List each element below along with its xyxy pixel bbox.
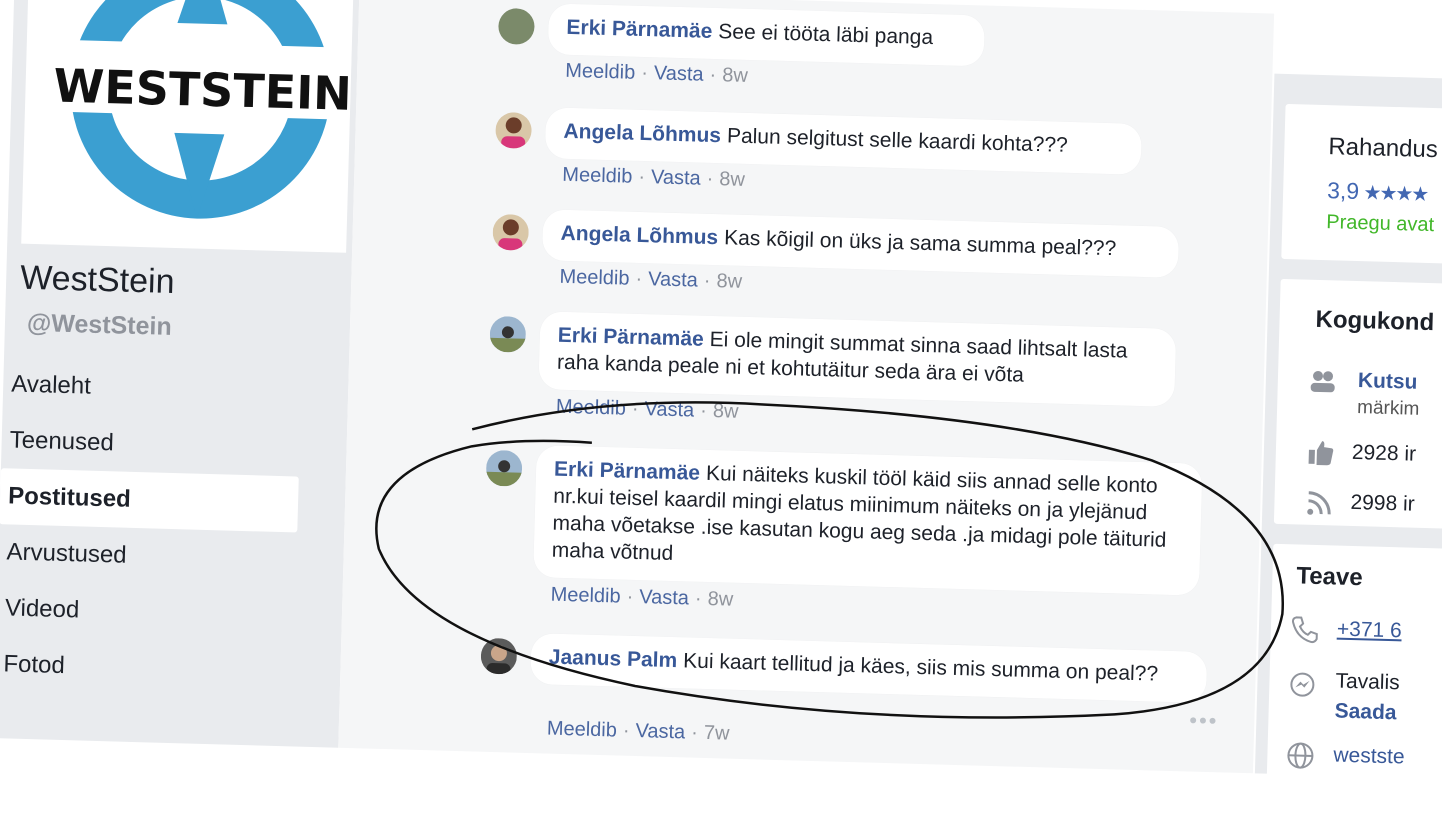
avatar[interactable] [489, 315, 527, 353]
comment-bubble: Jaanus Palm Kui kaart tellitud ja käes, s… [530, 633, 1208, 703]
website-link[interactable]: westste [1333, 744, 1405, 770]
thumbs-up-icon [1308, 441, 1334, 466]
like-button[interactable]: Meeldib [556, 396, 627, 420]
invite-subtext: märkim [1356, 397, 1420, 420]
comment-author[interactable]: Erki Pärnamäe [566, 16, 713, 43]
messenger-icon [1290, 672, 1315, 697]
star-rating-icon: ★★★★ [1363, 182, 1428, 206]
comment-text: Kas kõigil on üks ja sama summa peal??? [723, 226, 1117, 261]
more-options-icon[interactable]: ••• [1189, 707, 1219, 734]
page-info-card: Rahandus 3,9 ★★★★ Praegu avat [1281, 103, 1442, 265]
comment-time[interactable]: 8w [716, 270, 742, 293]
avatar[interactable] [495, 111, 533, 149]
about-card: Teave +371 6 Tavalis Saada westste [1266, 543, 1442, 790]
avatar[interactable] [492, 213, 530, 251]
invite-link[interactable]: Kutsu [1358, 369, 1418, 395]
phone-link[interactable]: +371 6 [1337, 618, 1402, 644]
comment-author[interactable]: Angela Lõhmus [560, 222, 718, 249]
comments-feed: Erki Pärnamäe See ei tööta läbi panga Mee… [338, 0, 1275, 774]
like-button[interactable]: Meeldib [562, 164, 633, 188]
page-title: WestStein [19, 258, 176, 301]
comment-author[interactable]: Erki Pärnamäe [554, 458, 701, 485]
person-avatar-icon [492, 213, 530, 251]
comment-actions: Meeldib · Vasta · 8w [559, 265, 743, 293]
page-logo[interactable]: WESTSTEIN [21, 0, 354, 253]
reply-button[interactable]: Vasta [651, 166, 701, 189]
avatar[interactable] [480, 637, 518, 675]
phone-icon [1291, 616, 1318, 644]
comment-actions: Meeldib · Vasta · 8w [550, 583, 734, 611]
nav-item-arvustused[interactable]: Arvustused [0, 524, 344, 590]
right-sidebar: Rahandus 3,9 ★★★★ Praegu avat Kogukond K… [1254, 73, 1442, 790]
comment: Jaanus Palm Kui kaart tellitud ja käes, s… [342, 624, 1257, 745]
comment-bubble: Erki Pärnamäe Kui näiteks kuskil tööl käi… [533, 445, 1203, 596]
avatar[interactable] [485, 449, 523, 487]
comment-author[interactable]: Jaanus Palm [549, 646, 678, 673]
comment-bubble: Angela Lõhmus Palun selgitust selle kaard… [544, 107, 1142, 175]
send-message-link[interactable]: Saada [1334, 700, 1396, 726]
like-button[interactable]: Meeldib [550, 584, 621, 608]
logo-text: WESTSTEIN [53, 59, 353, 121]
comment-time[interactable]: 7w [704, 722, 730, 745]
open-status: Praegu avat [1326, 211, 1435, 237]
messenger-text: Tavalis [1335, 669, 1401, 695]
nav-item-postitused[interactable]: Postitused [0, 468, 299, 533]
comment-text: Palun selgitust selle kaardi kohta??? [726, 124, 1069, 157]
comment: Erki Pärnamäe Kui näiteks kuskil tööl käi… [347, 436, 1262, 611]
comment-text: Kui kaart tellitud ja käes, siis mis sum… [682, 649, 1159, 686]
person-avatar-icon [489, 315, 527, 353]
community-title: Kogukond [1315, 305, 1435, 337]
person-avatar-icon [480, 637, 518, 675]
globe-icon [1287, 742, 1314, 769]
nav-item-fotod[interactable]: Fotod [0, 636, 341, 702]
like-button[interactable]: Meeldib [565, 60, 636, 84]
comment: Erki Pärnamäe Ei ole mingit summat sinna … [351, 302, 1266, 423]
comment-author[interactable]: Erki Pärnamäe [558, 324, 705, 351]
invite-friends-icon [1310, 370, 1335, 393]
comment-actions: Meeldib · Vasta · 8w [562, 163, 746, 191]
comment-time[interactable]: 8w [713, 400, 739, 423]
comment: Angela Lõhmus Palun selgitust selle kaard… [356, 98, 1271, 191]
page-category[interactable]: Rahandus [1328, 133, 1438, 164]
comment-actions: Meeldib · Vasta · 7w [546, 717, 730, 745]
rss-follow-icon [1307, 491, 1331, 515]
comment-time[interactable]: 8w [722, 64, 748, 87]
like-button[interactable]: Meeldib [559, 266, 630, 290]
left-sidebar: WESTSTEIN WestStein @WestStein Avaleht T… [0, 0, 360, 748]
comment-actions: Meeldib · Vasta · 8w [555, 395, 739, 423]
person-avatar-icon [485, 449, 523, 487]
follows-count[interactable]: 2998 ir [1350, 491, 1415, 517]
comment-text: See ei tööta läbi panga [718, 20, 934, 50]
weststein-logo-icon: WESTSTEIN [44, 0, 353, 219]
nav-item-teenused[interactable]: Teenused [1, 412, 347, 478]
person-avatar-icon [495, 111, 533, 149]
comment-bubble: Erki Pärnamäe Ei ole mingit summat sinna … [538, 311, 1177, 407]
rating-value: 3,9 [1326, 177, 1360, 205]
reply-button[interactable]: Vasta [635, 720, 685, 743]
avatar[interactable] [497, 7, 535, 45]
about-title: Teave [1296, 562, 1364, 592]
reply-button[interactable]: Vasta [644, 398, 694, 421]
reply-button[interactable]: Vasta [639, 586, 689, 609]
comment: Erki Pärnamäe See ei tööta läbi panga Mee… [359, 0, 1274, 87]
comment-time[interactable]: 8w [707, 588, 733, 611]
reply-button[interactable]: Vasta [648, 268, 698, 291]
comment-time[interactable]: 8w [719, 168, 745, 191]
comment-actions: Meeldib · Vasta · 8w [564, 59, 749, 87]
page-nav: Avaleht Teenused Postitused Arvustused V… [0, 356, 349, 702]
comment-author[interactable]: Angela Lõhmus [563, 120, 721, 147]
rating-row[interactable]: 3,9 ★★★★ [1327, 177, 1428, 207]
nav-item-avaleht[interactable]: Avaleht [2, 356, 348, 422]
comment-bubble: Erki Pärnamäe See ei tööta läbi panga [547, 3, 985, 67]
community-card: Kogukond Kutsu märkim 2928 ir 2998 ir [1273, 278, 1442, 530]
nav-item-videod[interactable]: Videod [0, 580, 343, 646]
comment: Angela Lõhmus Kas kõigil on üks ja sama s… [354, 200, 1269, 293]
page-handle[interactable]: @WestStein [27, 309, 173, 342]
reply-button[interactable]: Vasta [654, 62, 704, 85]
like-button[interactable]: Meeldib [547, 718, 618, 742]
likes-count[interactable]: 2928 ir [1352, 441, 1417, 467]
